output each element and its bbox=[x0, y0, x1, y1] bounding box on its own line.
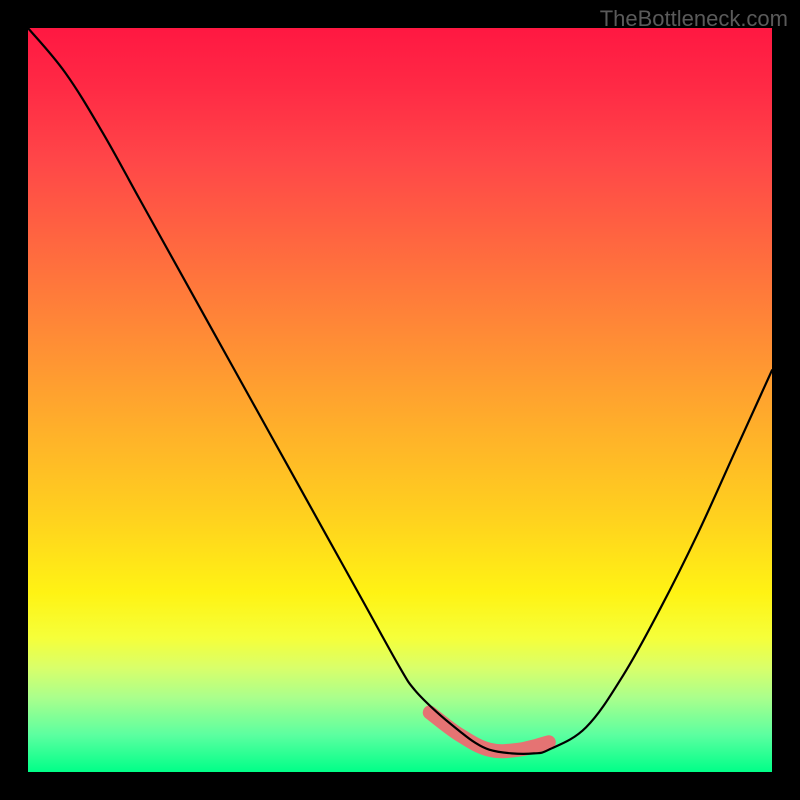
watermark-text: TheBottleneck.com bbox=[600, 6, 788, 32]
curve-svg bbox=[28, 28, 772, 772]
valley-fit-marker bbox=[430, 712, 549, 751]
bottleneck-curve bbox=[28, 28, 772, 754]
plot-area bbox=[28, 28, 772, 772]
